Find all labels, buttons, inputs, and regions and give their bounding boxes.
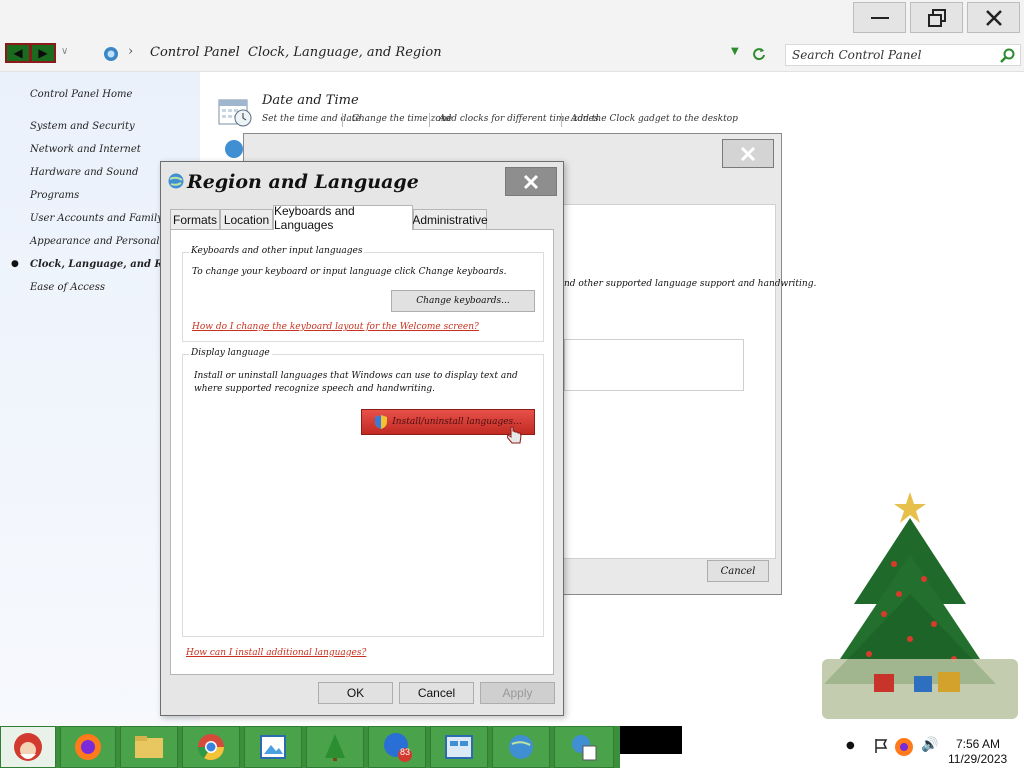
santa-start-icon <box>14 733 42 761</box>
install-additional-languages-link[interactable]: How can I install additional languages? <box>186 648 366 658</box>
dialog-close-button[interactable] <box>505 167 557 196</box>
firefox-icon <box>75 734 101 760</box>
region-language-dialog: Region and Language Formats Location Key… <box>160 161 564 716</box>
control-panel-icon <box>104 47 118 61</box>
taskbar-divider-block <box>620 726 682 754</box>
breadcrumb-control-panel[interactable]: Control Panel <box>150 45 240 60</box>
search-icon[interactable] <box>1000 48 1015 63</box>
date-time-title[interactable]: Date and Time <box>262 93 359 108</box>
picture-icon <box>260 735 286 759</box>
globe-document-icon <box>572 735 597 761</box>
nav-control-panel-home[interactable]: Control Panel Home <box>30 89 132 100</box>
welcome-screen-keyboard-link[interactable]: How do I change the keyboard layout for … <box>192 322 479 332</box>
background-cancel-button[interactable]: Cancel <box>707 560 769 582</box>
restore-button[interactable] <box>910 2 963 33</box>
nav-network-internet[interactable]: Network and Internet <box>30 144 141 155</box>
chrome-icon <box>197 734 225 761</box>
forward-button[interactable]: ▶ <box>30 43 56 63</box>
minimize-icon <box>870 16 889 19</box>
taskbar-messenger[interactable]: 83 <box>368 726 426 768</box>
nav-ease-of-access[interactable]: Ease of Access <box>30 282 105 293</box>
nav-clock-language-region[interactable]: Clock, Language, and Region <box>30 259 160 270</box>
background-group-box <box>564 339 744 391</box>
tab-location[interactable]: Location <box>220 209 273 229</box>
refresh-icon[interactable] <box>751 46 767 62</box>
taskbar-region-settings[interactable] <box>492 726 550 768</box>
tray-time[interactable]: 7:56 AM <box>956 737 1000 751</box>
tree-icon <box>325 734 345 761</box>
shield-icon <box>375 415 388 429</box>
back-button[interactable]: ◀ <box>5 43 31 63</box>
flag-icon[interactable] <box>873 738 889 754</box>
background-close-button[interactable] <box>722 139 774 168</box>
messenger-badge: 83 <box>400 747 411 757</box>
search-input[interactable] <box>786 45 991 65</box>
start-button[interactable] <box>0 726 56 768</box>
link-clock-gadget[interactable]: Add the Clock gadget to the desktop <box>571 114 738 124</box>
search-box[interactable] <box>785 44 1021 66</box>
volume-icon[interactable]: 🔊 <box>921 737 938 753</box>
tab-formats[interactable]: Formats <box>170 209 220 229</box>
link-divider <box>429 113 430 127</box>
minimize-button[interactable] <box>853 2 906 33</box>
close-icon <box>523 174 539 189</box>
tray-show-hidden-icon[interactable]: ● <box>846 740 855 751</box>
current-item-bullet-icon: ● <box>11 259 19 269</box>
history-dropdown-icon[interactable]: ∨ <box>61 46 68 57</box>
install-uninstall-label: Install/uninstall languages... <box>392 417 522 427</box>
cancel-button[interactable]: Cancel <box>399 682 474 704</box>
display-language-group <box>182 354 544 637</box>
region-globe-icon <box>168 173 184 189</box>
back-arrow-icon: ◀ <box>13 46 23 60</box>
christmas-tree-gadget <box>822 492 1018 719</box>
keyboards-group-title: Keyboards and other input languages <box>189 246 365 256</box>
breadcrumb-separator-icon: › <box>128 44 134 59</box>
taskbar-chrome[interactable] <box>182 726 240 768</box>
taskbar-tree-gadget[interactable] <box>306 726 364 768</box>
close-icon <box>740 146 756 161</box>
close-icon <box>985 9 1002 26</box>
breadcrumb-separator-icon: › <box>228 44 234 59</box>
forward-arrow-icon: ▶ <box>38 46 48 60</box>
globe-icon <box>225 140 243 158</box>
display-language-title: Display language <box>189 348 272 358</box>
taskbar-region-language[interactable] <box>554 726 614 768</box>
date-time-icon <box>218 99 252 127</box>
nav-programs[interactable]: Programs <box>30 190 79 201</box>
nav-hardware-sound[interactable]: Hardware and Sound <box>30 167 138 178</box>
ok-button[interactable]: OK <box>318 682 393 704</box>
dialog-title: Region and Language <box>187 171 419 193</box>
address-dropdown-icon[interactable]: ▼ <box>731 46 739 57</box>
firefox-tray-icon[interactable] <box>893 736 915 758</box>
tab-administrative[interactable]: Administrative <box>412 209 488 229</box>
mouse-cursor-icon <box>507 426 522 444</box>
keyboards-group-text: To change your keyboard or input languag… <box>192 267 507 277</box>
taskbar-photo-viewer[interactable] <box>244 726 302 768</box>
taskbar-control-panel[interactable] <box>430 726 488 768</box>
link-set-time[interactable]: Set the time and date <box>262 114 361 124</box>
tab-keyboards-languages[interactable]: Keyboards and Languages <box>273 204 413 232</box>
link-divider <box>561 113 562 127</box>
link-change-time-zone[interactable]: Change the time zone <box>352 114 452 124</box>
restore-icon <box>927 8 946 27</box>
folder-icon <box>135 736 163 758</box>
tray-date[interactable]: 11/29/2023 <box>948 752 1007 766</box>
control-panel-window-icon <box>445 735 473 759</box>
change-keyboards-button[interactable]: Change keyboards... <box>391 290 535 312</box>
taskbar-firefox[interactable] <box>60 726 116 768</box>
tab-panel: Keyboards and other input languages To c… <box>170 229 554 675</box>
breadcrumb-clock-language-region[interactable]: Clock, Language, and Region <box>248 45 442 60</box>
nav-system-security[interactable]: System and Security <box>30 121 135 132</box>
apply-button[interactable]: Apply <box>480 682 555 704</box>
taskbar-file-explorer[interactable] <box>120 726 178 768</box>
display-language-text: Install or uninstall languages that Wind… <box>194 371 518 394</box>
close-window-button[interactable] <box>967 2 1020 33</box>
globe-clock-icon <box>509 735 533 759</box>
background-text-fragment: nd other supported language support and … <box>564 279 817 289</box>
link-divider <box>342 113 343 127</box>
